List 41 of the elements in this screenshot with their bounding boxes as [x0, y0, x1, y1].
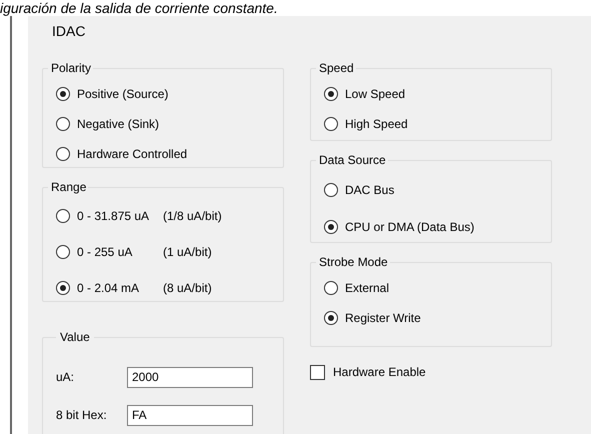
panel-title: IDAC [52, 23, 86, 41]
radio-button[interactable] [324, 281, 338, 295]
input-field[interactable]: 2000 [127, 366, 253, 388]
group-title: Strobe Mode [318, 255, 389, 269]
option-label[interactable]: 0 - 31.875 uA [77, 209, 150, 223]
radio-button[interactable] [56, 281, 70, 295]
radio-button[interactable] [324, 220, 338, 234]
group-title: Value [59, 330, 91, 344]
checkbox-label[interactable]: Hardware Enable [333, 365, 426, 379]
radio-button[interactable] [56, 147, 70, 161]
group-title: Data Source [318, 153, 387, 167]
group-title: Speed [318, 61, 355, 75]
group-title: Polarity [50, 61, 92, 75]
option-label[interactable]: Register Write [345, 311, 421, 325]
field-label: 8 bit Hex: [56, 408, 108, 422]
option-label[interactable]: DAC Bus [345, 182, 394, 196]
option-label[interactable]: External [345, 281, 390, 295]
field-label: uA: [56, 370, 76, 384]
option-label[interactable]: 0 - 2.04 mA [77, 281, 140, 295]
radio-button[interactable] [324, 87, 338, 101]
option-label[interactable]: 0 - 255 uA [77, 245, 132, 259]
radio-button[interactable] [56, 117, 70, 131]
radio-button[interactable] [56, 209, 70, 223]
radio-button[interactable] [324, 117, 338, 131]
group-title: Range [50, 180, 88, 194]
option-label[interactable]: Hardware Controlled [77, 147, 188, 161]
option-note: (1 uA/bit) [163, 245, 213, 259]
checkbox[interactable] [310, 364, 325, 380]
radio-button[interactable] [324, 182, 338, 196]
option-label[interactable]: CPU or DMA (Data Bus) [345, 220, 474, 234]
radio-button[interactable] [324, 311, 338, 325]
option-note: (8 uA/bit) [163, 281, 213, 295]
radio-button[interactable] [56, 245, 70, 259]
option-note: (1/8 uA/bit) [163, 209, 223, 223]
option-label[interactable]: Negative (Sink) [77, 117, 160, 131]
option-label[interactable]: Low Speed [345, 87, 406, 101]
option-label[interactable]: High Speed [345, 117, 408, 131]
radio-button[interactable] [56, 87, 70, 101]
option-label[interactable]: Positive (Source) [77, 87, 168, 101]
input-field[interactable]: FA [127, 404, 253, 426]
caption: iguración de la salida de corriente constante. [0, 0, 278, 16]
